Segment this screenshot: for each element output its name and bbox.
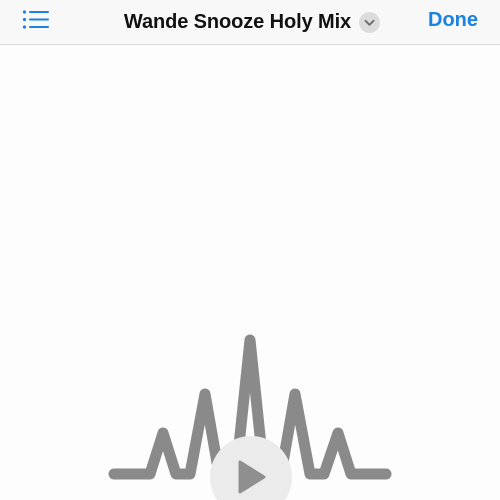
done-button[interactable]: Done [428,9,478,32]
list-icon [22,10,49,29]
chevron-down-icon [359,12,381,33]
navigation-bar: Wande Snooze Holy Mix Done [0,0,500,45]
playlist-title-selector[interactable]: Wande Snooze Holy Mix [123,11,381,34]
play-icon [238,460,266,494]
player-area [0,46,500,500]
list-button[interactable] [22,8,54,32]
page-title: Wande Snooze Holy Mix [123,11,352,33]
